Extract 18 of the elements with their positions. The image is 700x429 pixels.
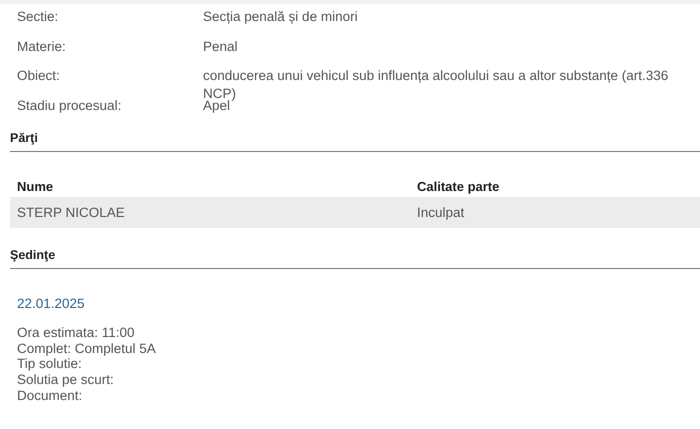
field-label: Materie: [17, 38, 67, 56]
hearing-detail: Complet: Completul 5A [17, 340, 157, 356]
hearing-detail: Solutia pe scurt: [17, 372, 115, 388]
field-value: Penal [203, 38, 239, 56]
section-title: Părţi [10, 130, 38, 146]
hearing-detail: Ora estimata: 11:00 [17, 325, 136, 341]
section-title: Şedinţe [10, 247, 56, 263]
hearing-detail: Document: [17, 388, 84, 404]
field-label: Stadiu procesual: [17, 96, 122, 114]
hearing-detail: Tip solutie: [17, 356, 83, 372]
field-value: Secția penală și de minori [203, 8, 359, 26]
table-cell-text: Inculpat [417, 205, 466, 220]
field-label: Obiect: [17, 67, 61, 85]
table-cell-text: STERP NICOLAE [17, 205, 126, 220]
hearing-date: 22.01.2025 [17, 295, 86, 313]
column-header: Calitate parte [417, 178, 500, 194]
field-label: Sectie: [17, 8, 60, 26]
column-header: Nume [17, 178, 54, 194]
